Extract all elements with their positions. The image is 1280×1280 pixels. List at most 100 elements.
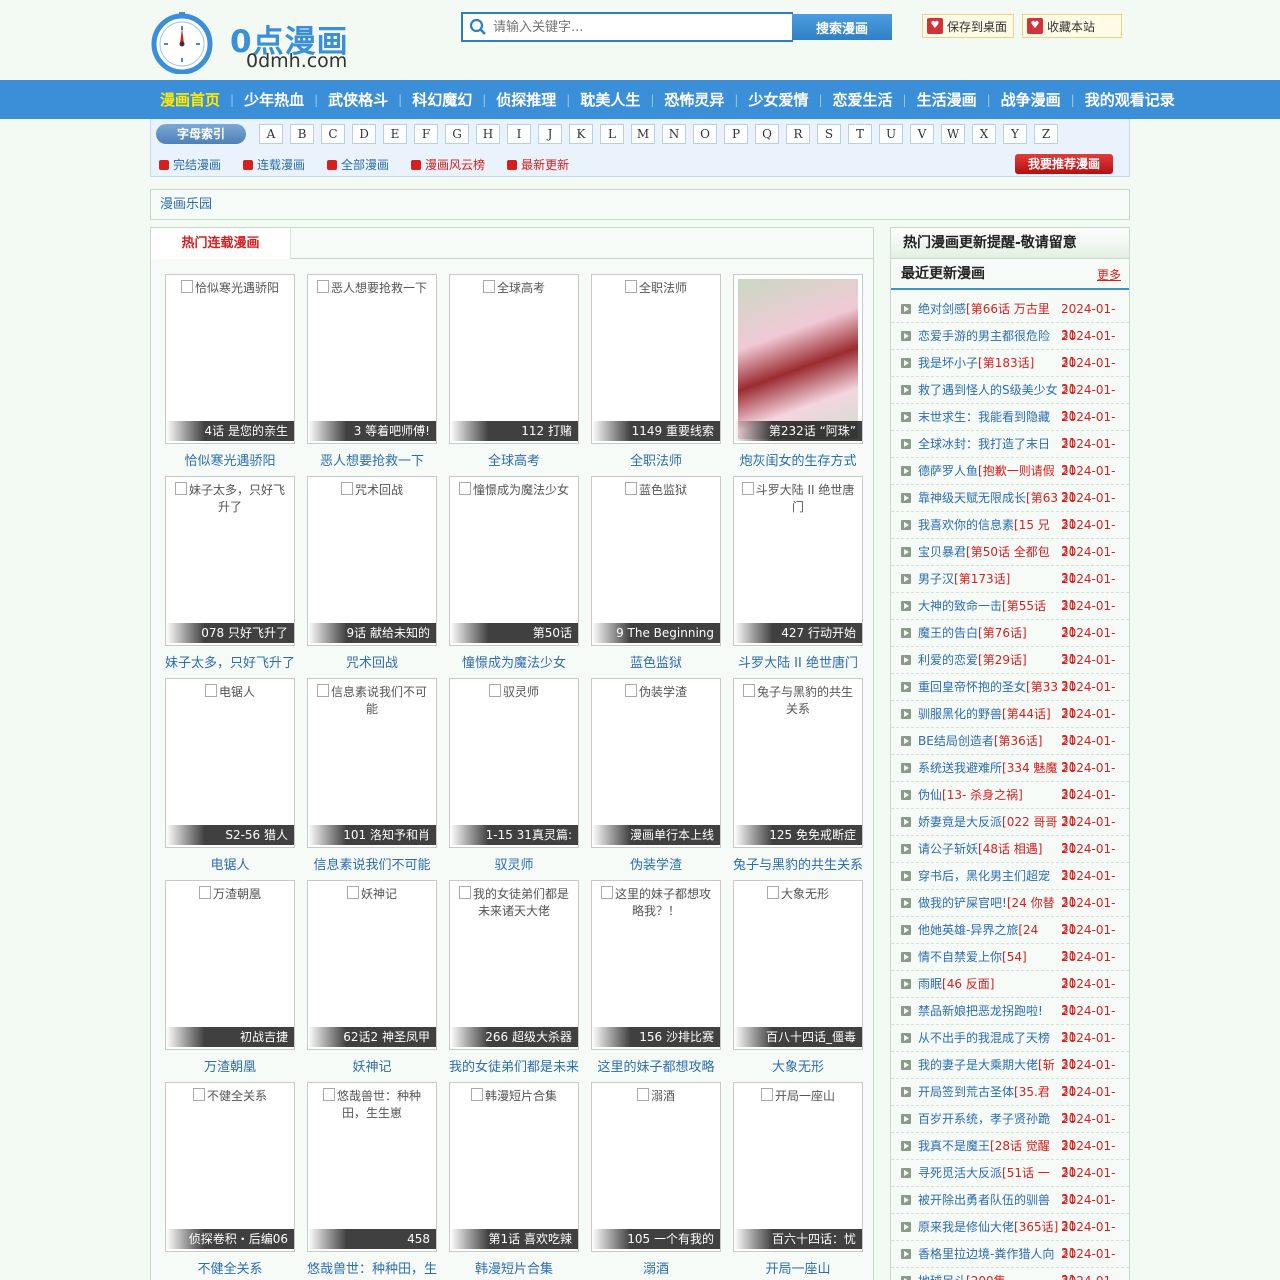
letter-link[interactable]: H: [476, 124, 500, 144]
nav-item[interactable]: 侦探推理: [486, 89, 566, 110]
update-comic-link[interactable]: 请公子斩妖[48话 相遇]: [918, 836, 1058, 862]
update-comic-link[interactable]: 德萨罗人鱼[抱歉一则请假: [918, 458, 1058, 484]
update-row[interactable]: 驯服黑化的野兽[第44话] 2024-01-31: [891, 701, 1129, 747]
letter-link[interactable]: J: [538, 124, 562, 144]
update-row[interactable]: 被开除出勇者队伍的驯兽 2024-01-31: [891, 1187, 1129, 1233]
update-row[interactable]: 恋爱手游的男主都很危险 2024-01-31: [891, 323, 1129, 369]
update-row[interactable]: 香格里拉边境-粪作猎人向 2024-01-31: [891, 1241, 1129, 1280]
comic-title-link[interactable]: 开局一座山: [727, 1258, 869, 1277]
category-link[interactable]: 完结漫画: [159, 156, 221, 173]
nav-item[interactable]: 耽美人生: [570, 89, 650, 110]
comic-cover[interactable]: 全球高考 112 打赌: [449, 274, 579, 444]
nav-item[interactable]: 我的观看记录: [1075, 89, 1185, 110]
category-link[interactable]: 全部漫画: [327, 156, 389, 173]
nav-item[interactable]: 少年热血: [234, 89, 314, 110]
update-comic-link[interactable]: 情不自禁爱上你[54]: [918, 944, 1058, 970]
clock-logo-icon[interactable]: [150, 12, 214, 74]
letter-link[interactable]: V: [910, 124, 934, 144]
update-comic-link[interactable]: 末世求生：我能看到隐藏: [918, 404, 1058, 430]
comic-title-link[interactable]: 这里的妹子都想攻略: [585, 1056, 727, 1075]
update-row[interactable]: 德萨罗人鱼[抱歉一则请假 2024-01-31: [891, 458, 1129, 504]
update-comic-link[interactable]: 伪仙[13- 杀身之祸]: [918, 782, 1058, 808]
letter-link[interactable]: R: [786, 124, 810, 144]
comic-title-link[interactable]: 电锯人: [159, 854, 301, 873]
comic-title-link[interactable]: 万渣朝凰: [159, 1056, 301, 1075]
comic-title-link[interactable]: 我的女徒弟们都是未来: [443, 1056, 585, 1075]
update-row[interactable]: 百岁开系统，孝子贤孙跪 2024-01-31: [891, 1106, 1129, 1152]
comic-title-link[interactable]: 信息素说我们不可能: [301, 854, 443, 873]
nav-item[interactable]: 科幻魔幻: [402, 89, 482, 110]
update-comic-link[interactable]: 我喜欢你的信息素[15 兄: [918, 512, 1058, 538]
comic-cover[interactable]: 大象无形 百八十四话_僵毒: [733, 880, 863, 1050]
comic-cover[interactable]: 电锯人 S2-56 猎人: [165, 678, 295, 848]
letter-link[interactable]: D: [352, 124, 376, 144]
category-link[interactable]: 漫画风云榜: [411, 156, 485, 173]
comic-title-link[interactable]: 恰似寒光遇骄阳: [159, 450, 301, 469]
letter-link[interactable]: X: [972, 124, 996, 144]
comic-cover[interactable]: 全职法师 1149 重要线索: [591, 274, 721, 444]
update-row[interactable]: 我是坏小子[第183话] 2024-01-31: [891, 350, 1129, 396]
comic-title-link[interactable]: 蓝色监狱: [585, 652, 727, 671]
letter-link[interactable]: B: [290, 124, 314, 144]
update-comic-link[interactable]: 从不出手的我混成了天榜: [918, 1025, 1058, 1051]
more-link[interactable]: 更多: [1097, 267, 1121, 283]
update-comic-link[interactable]: 香格里拉边境-粪作猎人向: [918, 1241, 1058, 1267]
update-row[interactable]: 娇妻竟是大反派[022 哥哥 2024-01-31: [891, 809, 1129, 855]
comic-cover[interactable]: 不健全关系 侦探卷积・后编06: [165, 1082, 295, 1252]
nav-item[interactable]: 生活漫画: [907, 89, 987, 110]
comic-cover[interactable]: 恰似寒光遇骄阳 4话 是您的亲生: [165, 274, 295, 444]
comic-title-link[interactable]: 伪装学渣: [585, 854, 727, 873]
comic-title-link[interactable]: 悠哉兽世：种种田，生: [301, 1258, 443, 1277]
comic-title-link[interactable]: 斗罗大陆 II 绝世唐门: [727, 652, 869, 671]
comic-title-link[interactable]: 大象无形: [727, 1056, 869, 1075]
update-row[interactable]: 做我的铲屎官吧![24 你替 2024-01-31: [891, 890, 1129, 936]
update-comic-link[interactable]: 做我的铲屎官吧![24 你替: [918, 890, 1058, 916]
update-row[interactable]: 他她英雄-异界之旅[24 2024-01-31: [891, 917, 1129, 963]
update-comic-link[interactable]: 百岁开系统，孝子贤孙跪: [918, 1106, 1058, 1132]
comic-title-link[interactable]: 妖神记: [301, 1056, 443, 1075]
comic-cover[interactable]: 万渣朝凰 初战吉捷: [165, 880, 295, 1050]
update-comic-link[interactable]: 靠神级天赋无限成长[第63: [918, 485, 1058, 511]
comic-cover[interactable]: 咒术回战 9话 献给未知的: [307, 476, 437, 646]
letter-link[interactable]: A: [259, 124, 283, 144]
update-row[interactable]: 绝对剑感[第66话 万古里 2024-01-31: [891, 296, 1129, 342]
nav-item[interactable]: 漫画首页: [150, 89, 230, 110]
update-row[interactable]: 我的妻子是大乘期大佬[斩 2024-01-31: [891, 1052, 1129, 1098]
nav-item[interactable]: 少女爱情: [738, 89, 818, 110]
letter-link[interactable]: U: [879, 124, 903, 144]
update-row[interactable]: BE结局创造者[第36话] 2024-01-31: [891, 728, 1129, 774]
comic-cover[interactable]: 溺酒 105 一个有我的: [591, 1082, 721, 1252]
update-comic-link[interactable]: 寻死觅活大反派[51话 一: [918, 1160, 1058, 1186]
update-row[interactable]: 我喜欢你的信息素[15 兄 2024-01-31: [891, 512, 1129, 558]
update-comic-link[interactable]: 男子汉[第173话]: [918, 566, 1058, 592]
update-comic-link[interactable]: 全球冰封：我打造了末日: [918, 431, 1058, 457]
letter-link[interactable]: T: [848, 124, 872, 144]
update-row[interactable]: 系统送我避难所[334 魅魔 2024-01-31: [891, 755, 1129, 801]
update-comic-link[interactable]: 穿书后，黑化男主们超宠: [918, 863, 1058, 889]
letter-link[interactable]: P: [724, 124, 748, 144]
save-to-desktop-button[interactable]: ♥ 保存到桌面: [922, 14, 1014, 38]
comic-title-link[interactable]: 不健全关系: [159, 1258, 301, 1277]
breadcrumb[interactable]: 漫画乐园: [150, 189, 1130, 220]
update-comic-link[interactable]: 系统送我避难所[334 魅魔: [918, 755, 1058, 781]
search-input[interactable]: [493, 17, 783, 37]
update-row[interactable]: 原来我是修仙大佬[365话] 2024-01-31: [891, 1214, 1129, 1260]
nav-item[interactable]: 战争漫画: [991, 89, 1071, 110]
letter-link[interactable]: S: [817, 124, 841, 144]
update-comic-link[interactable]: 利爱的恋爱[第29话]: [918, 647, 1058, 673]
letter-link[interactable]: F: [414, 124, 438, 144]
update-comic-link[interactable]: 原来我是修仙大佬[365话]: [918, 1214, 1058, 1240]
update-comic-link[interactable]: 宝贝暴君[第50话 全都包: [918, 539, 1058, 565]
comic-cover[interactable]: 憧憬成为魔法少女 第50话: [449, 476, 579, 646]
letter-link[interactable]: Y: [1003, 124, 1027, 144]
letter-link[interactable]: L: [600, 124, 624, 144]
comic-title-link[interactable]: 咒术回战: [301, 652, 443, 671]
letter-link[interactable]: G: [445, 124, 469, 144]
update-comic-link[interactable]: 大神的致命一击[第55话: [918, 593, 1058, 619]
comic-title-link[interactable]: 全球高考: [443, 450, 585, 469]
update-row[interactable]: 地球足斗[200集2024-01-31: [891, 1268, 1129, 1280]
comic-cover[interactable]: 第232话 “阿珠”: [733, 274, 863, 444]
update-comic-link[interactable]: 驯服黑化的野兽[第44话]: [918, 701, 1058, 727]
comic-cover[interactable]: 妹子太多，只好飞升了 078 只好飞升了: [165, 476, 295, 646]
update-row[interactable]: 伪仙[13- 杀身之祸] 2024-01-31: [891, 782, 1129, 828]
